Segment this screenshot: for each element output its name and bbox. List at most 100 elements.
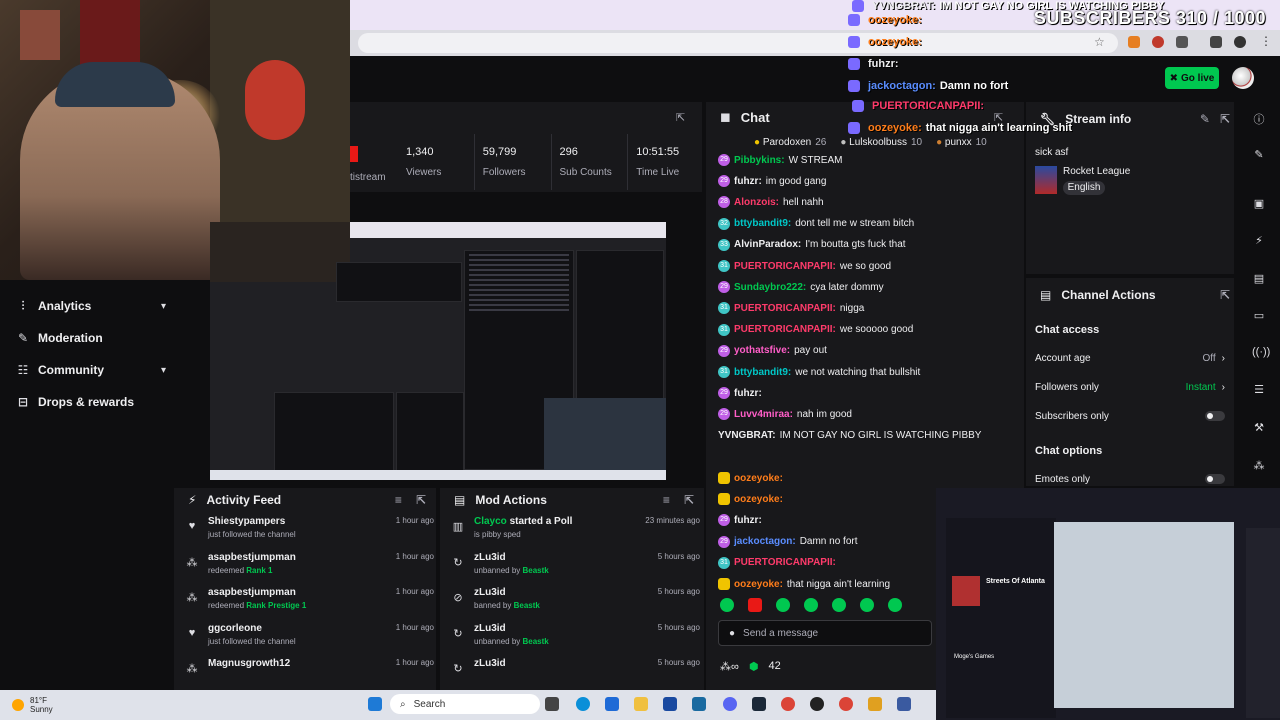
followers-only-row[interactable]: Followers only Instant › xyxy=(1035,379,1225,395)
popout-icon[interactable]: ⇱ xyxy=(676,111,685,124)
activity-feed-item[interactable]: ⁂ Magnusgrowth12 1 hour ago xyxy=(184,658,435,694)
activity-feed-item[interactable]: ⁂ asapbestjumpman redeemed Rank Prestige 1… xyxy=(184,587,435,623)
feed-item-body: Shiestypampers just followed the channel xyxy=(208,516,396,552)
chat-username[interactable]: Luvv4miraa: xyxy=(734,409,793,420)
chat-username[interactable]: PUERTORICANPAPII: xyxy=(734,261,836,272)
language-tag[interactable]: English xyxy=(1063,181,1105,195)
chat-username[interactable]: bttybandit9: xyxy=(734,367,791,378)
popout-icon[interactable]: ⇱ xyxy=(1220,112,1230,126)
chat-username[interactable]: yothatsfive: xyxy=(734,345,790,356)
chat-username[interactable]: oozeyoke: xyxy=(734,579,783,590)
chrome-icon[interactable] xyxy=(781,697,795,711)
chat-username[interactable]: YVNGBRAT: xyxy=(718,430,776,441)
folder-icon[interactable] xyxy=(634,697,648,711)
weather-widget[interactable]: 81°F Sunny xyxy=(12,694,92,716)
windows-start-icon[interactable] xyxy=(368,697,382,711)
steam-icon[interactable] xyxy=(752,697,766,711)
edit-icon[interactable]: ✎ xyxy=(1252,148,1266,162)
mod-action-item[interactable]: ↻ zLu3id unbanned by Beastk 5 hours ago xyxy=(450,552,700,588)
account-age-row[interactable]: Account age Off › xyxy=(1035,350,1225,366)
chat-username[interactable]: fuhzr: xyxy=(734,515,762,526)
emote-icon[interactable] xyxy=(804,598,818,612)
mod-action: is pibby sped xyxy=(474,530,521,539)
chat-username[interactable]: fuhzr: xyxy=(734,388,762,399)
broadcast-icon[interactable]: ((·)) xyxy=(1252,346,1270,360)
activity-feed-item[interactable]: ⁂ asapbestjumpman redeemed Rank 1 1 hour ag… xyxy=(184,552,435,588)
emote-icon[interactable] xyxy=(748,598,762,612)
chat-username[interactable]: bttybandit9: xyxy=(734,218,791,229)
chat-username[interactable]: fuhzr: xyxy=(734,176,762,187)
app-icon[interactable] xyxy=(692,697,706,711)
mod-action-item[interactable]: ↻ zLu3id 5 hours ago xyxy=(450,658,700,694)
chat-icon[interactable]: ▭ xyxy=(1252,309,1266,323)
extension-icon[interactable] xyxy=(1152,36,1164,48)
subscribers-only-toggle[interactable] xyxy=(1205,411,1225,421)
edit-icon[interactable]: ✎ xyxy=(1200,112,1210,126)
document-icon[interactable]: ▤ xyxy=(1252,272,1266,286)
sidebar-item-community[interactable]: ☷ Community ▾ xyxy=(16,360,166,380)
chat-username[interactable]: oozeyoke: xyxy=(734,494,783,505)
profile-icon[interactable] xyxy=(1234,36,1246,48)
discord-icon[interactable] xyxy=(723,697,737,711)
chat-username[interactable]: PUERTORICANPAPII: xyxy=(734,324,836,335)
emote-icon[interactable] xyxy=(832,598,846,612)
list-icon[interactable]: ☰ xyxy=(1252,383,1266,397)
app-icon[interactable] xyxy=(868,697,882,711)
info-icon[interactable]: ⓘ xyxy=(1252,111,1266,126)
preview-stream-info xyxy=(576,250,664,400)
media-icon[interactable] xyxy=(1210,36,1222,48)
outlook-icon[interactable] xyxy=(663,697,677,711)
sidebar-item-moderation[interactable]: ✎ Moderation xyxy=(16,328,166,348)
wrench-icon[interactable]: ⚒ xyxy=(1252,421,1266,435)
chat-username[interactable]: AlvinParadox: xyxy=(734,239,801,250)
activity-feed-item[interactable]: ♥ Shiestypampers just followed the channel… xyxy=(184,516,434,552)
sidebar-item-analytics[interactable]: ⫶ Analytics ▾ xyxy=(16,296,166,316)
task-view-icon[interactable] xyxy=(545,697,559,711)
obs-icon[interactable] xyxy=(810,697,824,711)
avatar[interactable] xyxy=(1232,67,1254,89)
chat-username[interactable]: jackoctagon: xyxy=(734,536,796,547)
app-icon[interactable] xyxy=(897,697,911,711)
chat-username[interactable]: oozeyoke: xyxy=(734,473,783,484)
clip-icon[interactable]: ▣ xyxy=(1252,197,1266,211)
mod-target: zLu3id xyxy=(474,658,658,669)
chat-username[interactable]: PUERTORICANPAPII: xyxy=(734,303,836,314)
chrome-icon[interactable] xyxy=(839,697,853,711)
stream-preview[interactable] xyxy=(210,222,666,480)
taskbar-search[interactable]: ⌕ Search xyxy=(390,694,540,714)
menu-dots-icon[interactable]: ⋮ xyxy=(1260,34,1272,48)
overlay-badge-icon xyxy=(848,122,860,134)
channel-points-icon[interactable]: ⬢ xyxy=(749,660,759,673)
chat-input[interactable]: ● Send a message xyxy=(718,620,932,646)
puzzle-icon[interactable] xyxy=(1176,36,1188,48)
stat-value: 59,799 xyxy=(482,146,517,158)
mod-action-item[interactable]: ▥ Clayco started a Poll is pibby sped 23 m… xyxy=(450,516,700,552)
emote-icon[interactable] xyxy=(776,598,790,612)
filter-icon[interactable]: ≡ xyxy=(663,493,670,507)
go-live-button[interactable]: ✖ Go live xyxy=(1165,67,1219,89)
sidebar-item-drops[interactable]: ⊟ Drops & rewards xyxy=(16,392,166,412)
filter-icon[interactable]: ≡ xyxy=(395,493,402,507)
mod-action-item[interactable]: ⊘ zLu3id banned by Beastk 5 hours ago xyxy=(450,587,700,623)
popout-icon[interactable]: ⇱ xyxy=(684,493,694,507)
edge-icon[interactable] xyxy=(576,697,590,711)
community-icon[interactable]: ⁂ xyxy=(1252,459,1266,473)
activity-feed-item[interactable]: ♥ ggcorleone just followed the channel 1 h… xyxy=(184,623,434,659)
feed-detail: just followed the channel xyxy=(208,530,396,539)
popout-icon[interactable]: ⇱ xyxy=(416,493,426,507)
store-icon[interactable] xyxy=(605,697,619,711)
infinity-icon[interactable]: ⁂∞ xyxy=(720,660,739,673)
emotes-only-toggle[interactable] xyxy=(1205,474,1225,484)
mod-action-item[interactable]: ↻ zLu3id unbanned by Beastk 5 hours ago xyxy=(450,623,700,659)
emote-icon[interactable] xyxy=(720,598,734,612)
chat-username[interactable]: Alonzois: xyxy=(734,197,779,208)
game-name[interactable]: Rocket League xyxy=(1063,166,1130,177)
chat-username[interactable]: PUERTORICANPAPII: xyxy=(734,557,836,568)
emote-icon[interactable] xyxy=(888,598,902,612)
lightning-icon[interactable]: ⚡︎ xyxy=(1252,234,1266,248)
emote-icon[interactable] xyxy=(860,598,874,612)
webcam-wall-poster xyxy=(20,10,60,60)
chat-username[interactable]: Sundaybro222: xyxy=(734,282,806,293)
chat-username[interactable]: Pibbykins: xyxy=(734,155,785,166)
popout-icon[interactable]: ⇱ xyxy=(1220,288,1230,302)
